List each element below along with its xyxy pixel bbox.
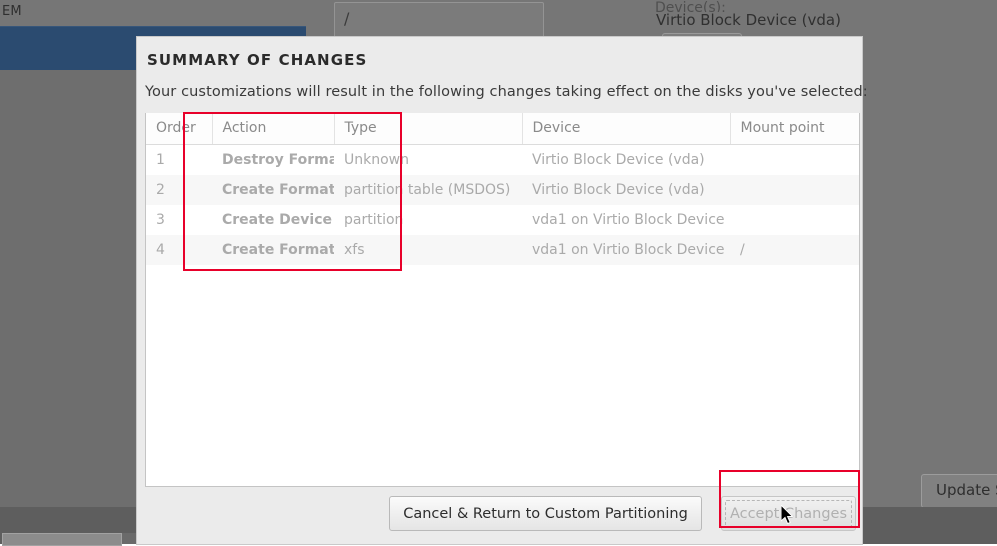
cell-type: partition: [334, 205, 522, 235]
background-bottom-button-left: [2, 533, 122, 546]
column-header-order[interactable]: Order: [146, 113, 213, 145]
table-row[interactable]: 1 Destroy Format Unknown Virtio Block Devic…: [146, 144, 859, 175]
cell-order: 4: [146, 235, 212, 265]
cell-order: 2: [146, 175, 212, 205]
cancel-and-return-label: Cancel & Return to Custom Partitioning: [403, 505, 688, 522]
table-row[interactable]: 4 Create Format xfs vda1 on Virtio Block De…: [146, 235, 859, 265]
background-mount-point-value: /: [344, 9, 350, 28]
cell-mount-point: [730, 144, 859, 175]
table-row[interactable]: 3 Create Device partition vda1 on Virtio Bl…: [146, 205, 859, 235]
cell-order: 3: [146, 205, 212, 235]
background-partial-label: EM: [2, 4, 22, 19]
cell-order: 1: [146, 144, 212, 175]
cell-type: partition table (MSDOS): [334, 175, 522, 205]
dialog-subtitle: Your customizations will result in the f…: [145, 84, 868, 100]
cell-mount-point: [730, 175, 859, 205]
column-header-type[interactable]: Type: [334, 113, 523, 145]
background-device-name-label: Virtio Block Device (vda): [656, 11, 841, 29]
cell-mount-point: /: [730, 235, 859, 265]
cell-device: vda1 on Virtio Block Device: [522, 205, 730, 235]
cancel-and-return-button[interactable]: Cancel & Return to Custom Partitioning: [389, 496, 702, 531]
accept-changes-button[interactable]: Accept Changes: [721, 496, 856, 531]
cell-action: Create Device: [212, 205, 334, 235]
changes-table: Order Action Type Device Mount point 1 De…: [146, 113, 859, 265]
cell-device: Virtio Block Device (vda): [522, 175, 730, 205]
cell-action: Create Format: [212, 175, 334, 205]
table-row[interactable]: 2 Create Format partition table (MSDOS) Vir…: [146, 175, 859, 205]
column-header-device[interactable]: Device: [522, 113, 731, 145]
summary-of-changes-dialog: SUMMARY OF CHANGES Your customizations w…: [137, 37, 868, 544]
cell-type: Unknown: [334, 144, 522, 175]
cell-type: xfs: [334, 235, 522, 265]
cell-action: Destroy Format: [212, 144, 334, 175]
accept-changes-label: Accept Changes: [729, 505, 848, 522]
table-header-row: Order Action Type Device Mount point: [146, 113, 859, 145]
cell-device: vda1 on Virtio Block Device: [522, 235, 730, 265]
cell-mount-point: [730, 205, 859, 235]
dialog-title: SUMMARY OF CHANGES: [147, 51, 368, 69]
background-update-settings-button: Update S: [921, 474, 997, 508]
background-update-settings-label: Update S: [936, 481, 997, 499]
cell-action: Create Format: [212, 235, 334, 265]
column-header-action[interactable]: Action: [212, 113, 335, 145]
column-header-mount-point[interactable]: Mount point: [730, 113, 859, 145]
changes-table-container[interactable]: Order Action Type Device Mount point 1 De…: [145, 113, 860, 487]
background-mount-point-input: [334, 2, 544, 38]
cell-device: Virtio Block Device (vda): [522, 144, 730, 175]
